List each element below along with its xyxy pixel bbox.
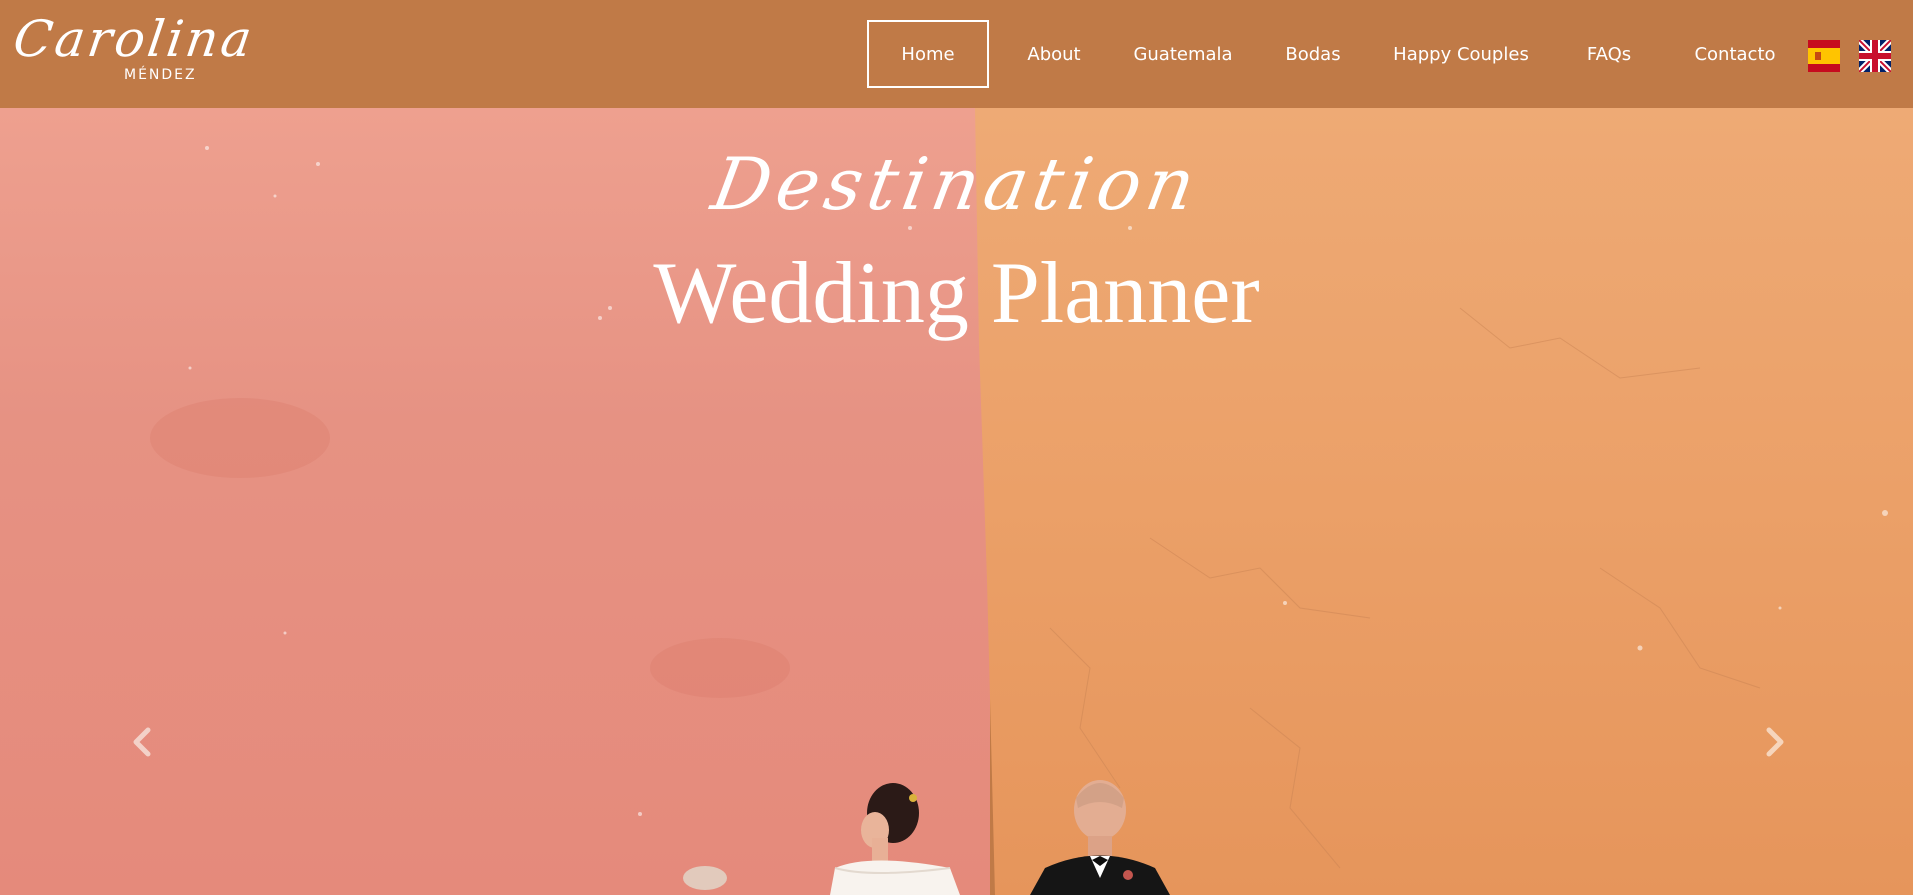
- uk-flag-icon[interactable]: [1859, 40, 1891, 72]
- nav-item-home[interactable]: Home: [867, 20, 989, 88]
- chevron-left-icon[interactable]: [123, 722, 163, 762]
- couple-photo: [830, 780, 1170, 895]
- main-nav: Home About Guatemala Bodas Happy Couples…: [0, 0, 1913, 108]
- hero-main-headline: Wedding Planner: [653, 245, 1260, 342]
- chevron-right-icon[interactable]: [1754, 722, 1794, 762]
- hero-script-headline: Destination: [705, 142, 1208, 226]
- nav-item-guatemala[interactable]: Guatemala: [1128, 20, 1238, 88]
- spain-flag-icon[interactable]: [1808, 40, 1840, 72]
- nav-item-contacto[interactable]: Contacto: [1684, 20, 1786, 88]
- site-header: Carolina MÉNDEZ Home About Guatemala Bod…: [0, 0, 1913, 108]
- nav-item-faqs[interactable]: FAQs: [1570, 20, 1648, 88]
- nav-item-about[interactable]: About: [1010, 20, 1098, 88]
- page: Carolina MÉNDEZ Home About Guatemala Bod…: [0, 0, 1913, 895]
- nav-item-happy-couples[interactable]: Happy Couples: [1388, 20, 1534, 88]
- hero-slider: Destination Wedding Planner: [0, 108, 1913, 895]
- nav-item-bodas[interactable]: Bodas: [1268, 20, 1358, 88]
